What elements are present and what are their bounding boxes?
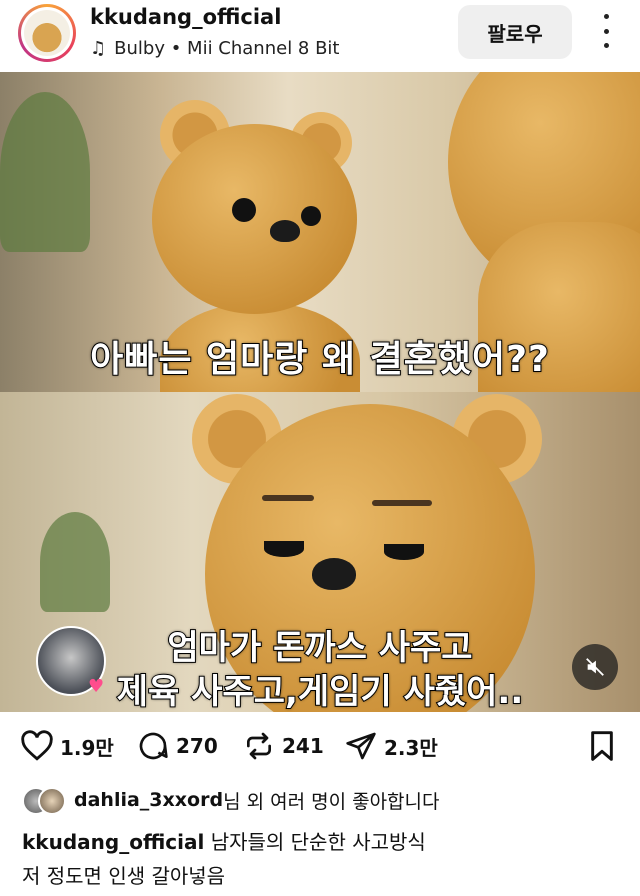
caption-text-line1: 남자들의 단순한 사고방식 — [210, 830, 426, 854]
heart-icon: ♥ — [88, 676, 105, 697]
liker-avatars — [22, 786, 74, 815]
send-icon[interactable] — [344, 730, 378, 762]
post-header: kkudang_official ♫ Bulby • Mii Channel 8… — [0, 0, 640, 72]
bookmark-icon[interactable] — [588, 730, 616, 766]
caption-question: 아빠는 엄마랑 왜 결혼했어?? — [89, 338, 550, 381]
bear-nose — [312, 558, 356, 590]
bear-eye-right — [384, 544, 424, 560]
like-action[interactable]: 1.9만 — [20, 730, 114, 762]
music-note-icon: ♫ — [90, 38, 107, 59]
plant-decoration — [40, 512, 110, 612]
avatar — [38, 787, 66, 815]
follow-button[interactable]: 팔로우 — [458, 5, 572, 59]
repost-icon[interactable] — [242, 730, 276, 762]
caption-text-line2: 저 정도면 인생 갈아넣음 — [22, 864, 226, 888]
bear-brow-right — [372, 500, 432, 506]
plant-decoration — [0, 92, 90, 252]
caption-author[interactable]: kkudang_official — [22, 830, 204, 854]
username[interactable]: kkudang_official — [90, 5, 281, 29]
music-label: Bulby • Mii Channel 8 Bit — [114, 38, 340, 59]
liker-username[interactable]: dahlia_3xxord — [74, 789, 223, 811]
share-action[interactable]: 2.3만 — [344, 730, 438, 762]
more-vertical-icon[interactable] — [596, 14, 616, 48]
bear-avatar-image — [24, 10, 70, 56]
liked-by-suffix: 님 외 여러 명이 좋아합니다 — [223, 790, 440, 813]
post-image-bottom: 엄마가 돈까스 사주고 제육 사주고,게임기 사줬어.. ♥ — [0, 392, 640, 712]
comment-count: 270 — [176, 734, 218, 758]
post-caption: kkudang_official 남자들의 단순한 사고방식 — [22, 826, 426, 855]
comment-action[interactable]: 270 — [136, 730, 218, 762]
bear-head — [152, 124, 357, 314]
like-count: 1.9만 — [60, 735, 114, 760]
heart-outline-icon[interactable] — [20, 730, 54, 762]
bear-brow-left — [262, 495, 314, 501]
bear-eye-left — [232, 198, 256, 222]
repost-count: 241 — [282, 734, 324, 758]
share-count: 2.3만 — [384, 735, 438, 760]
post-image-top: 아빠는 엄마랑 왜 결혼했어?? — [0, 72, 640, 392]
action-bar: 1.9만 270 241 2.3만 — [0, 718, 640, 776]
mute-icon[interactable] — [572, 644, 618, 690]
music-info[interactable]: ♫ Bulby • Mii Channel 8 Bit — [90, 38, 340, 59]
bear-nose — [270, 220, 300, 242]
comment-bubble-icon[interactable] — [136, 730, 170, 762]
bear-eye-right — [301, 206, 321, 226]
repost-action[interactable]: 241 — [242, 730, 324, 762]
liked-by-line[interactable]: dahlia_3xxord 님 외 여러 명이 좋아합니다 — [22, 786, 440, 815]
profile-avatar[interactable] — [18, 4, 76, 62]
bear-eye-left — [264, 541, 304, 557]
